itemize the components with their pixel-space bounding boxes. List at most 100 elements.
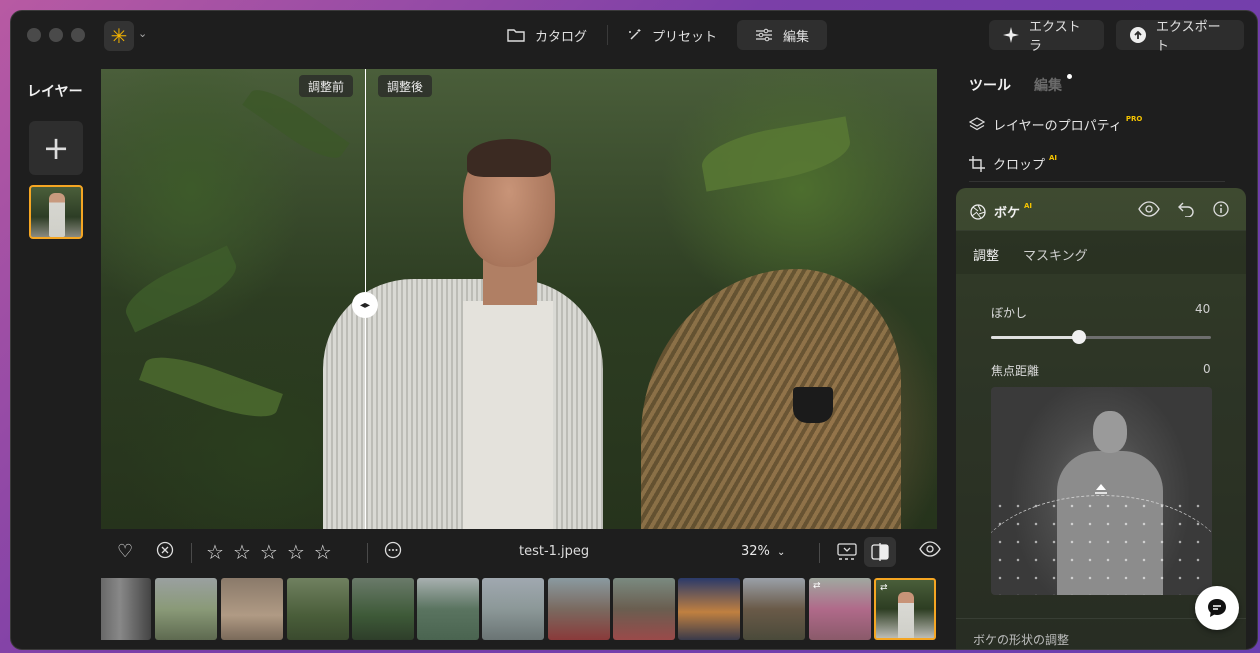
split-view-icon: [871, 543, 889, 561]
add-layer-button[interactable]: +: [29, 121, 83, 175]
divider: [191, 543, 192, 563]
filmstrip-thumbnail[interactable]: [287, 578, 349, 640]
bokeh-shape-label: ボケの形状の調整: [973, 633, 1070, 647]
layer-properties-item[interactable]: レイヤーのプロパティ PRO: [969, 115, 1142, 134]
tab-tools[interactable]: ツール: [969, 75, 1011, 95]
crop-label: クロップ: [993, 158, 1046, 173]
bokeh-subtabs: 調整 マスキング: [956, 230, 1246, 274]
filmstrip-thumbnail[interactable]: [482, 578, 544, 640]
focus-depth-preview[interactable]: [991, 387, 1212, 595]
dry-palm-leaves: [641, 269, 901, 529]
star-rating: ☆ ☆ ☆ ☆ ☆: [206, 540, 332, 564]
chat-bubble-icon: [1206, 597, 1228, 619]
layer-thumbnail-figure: [49, 193, 65, 237]
person-hair: [467, 139, 551, 177]
foliage: [118, 245, 244, 333]
tab-edits[interactable]: 編集: [1034, 75, 1062, 95]
filmstrip-thumbnail[interactable]: [678, 578, 740, 640]
blur-slider-fill: [991, 336, 1079, 339]
filmstrip-thumbnail[interactable]: [352, 578, 414, 640]
star-icon[interactable]: ☆: [287, 540, 305, 564]
filmstrip-thumbnail[interactable]: [221, 578, 283, 640]
more-options-icon[interactable]: [384, 541, 402, 559]
undo-icon[interactable]: [1178, 201, 1194, 217]
star-icon[interactable]: ☆: [260, 540, 278, 564]
filmstrip[interactable]: ⇄ ⇄: [101, 578, 941, 640]
image-toolbar: ♡ ☆ ☆ ☆ ☆ ☆ test-1.jpeg 32% ⌄: [101, 537, 941, 569]
tab-adjust[interactable]: 調整: [973, 245, 999, 264]
compare-button[interactable]: [864, 537, 896, 567]
zoom-window-button[interactable]: [71, 28, 85, 42]
tab-masking[interactable]: マスキング: [1023, 245, 1088, 264]
filmstrip-thumbnail[interactable]: [613, 578, 675, 640]
file-name: test-1.jpeg: [519, 544, 590, 559]
tab-presets-label: プリセット: [652, 29, 718, 45]
plus-icon: +: [42, 129, 70, 167]
eye-icon[interactable]: [919, 541, 941, 557]
close-window-button[interactable]: [27, 28, 41, 42]
zoom-dropdown[interactable]: 32% ⌄: [741, 544, 785, 559]
app-logo-button[interactable]: ✳: [104, 21, 134, 51]
divider: [819, 543, 820, 563]
photo-canvas[interactable]: ◂▸ 調整前 調整後: [101, 69, 937, 529]
tab-edit-label: 編集: [783, 29, 810, 45]
edited-badge-icon: ⇄: [880, 583, 888, 593]
filmstrip-thumbnail[interactable]: [417, 578, 479, 640]
upload-icon: [1130, 27, 1146, 43]
chat-support-button[interactable]: [1195, 586, 1239, 630]
focus-distance-value: 0: [1203, 362, 1211, 376]
tab-edit[interactable]: 編集: [737, 20, 828, 50]
magic-wand-icon: [628, 28, 642, 42]
bokeh-title: ボケ: [994, 206, 1021, 221]
bokeh-panel: ボケ AI 調整 マスキング ぼかし 40 焦点距離 0 ボケの形状の調整: [956, 188, 1246, 649]
filmstrip-thumbnail[interactable]: [743, 578, 805, 640]
crop-icon: [969, 155, 985, 172]
info-icon[interactable]: [1213, 201, 1229, 217]
sliders-icon: [755, 28, 773, 42]
reject-icon[interactable]: [156, 541, 174, 559]
visibility-eye-icon[interactable]: [1138, 201, 1160, 217]
edited-badge-icon: ⇄: [813, 581, 821, 591]
tab-catalog-label: カタログ: [535, 29, 588, 45]
export-button-label: エクスポート: [1156, 20, 1221, 54]
minimize-window-button[interactable]: [49, 28, 63, 42]
filmstrip-thumbnail-selected[interactable]: ⇄: [874, 578, 936, 640]
filmstrip-thumbnail[interactable]: [548, 578, 610, 640]
tab-presets[interactable]: プリセット: [610, 20, 735, 50]
divider: [607, 25, 609, 45]
heart-icon[interactable]: ♡: [117, 541, 133, 562]
title-bar: ✳ ⌄ カタログ プリセット 編集 エクストラ エクスポート: [11, 11, 1257, 61]
filmstrip-toggle-icon[interactable]: [837, 543, 857, 561]
person-tshirt: [463, 301, 553, 529]
foliage: [139, 346, 283, 428]
bokeh-header[interactable]: ボケ AI: [970, 202, 1032, 221]
chevron-down-icon[interactable]: ⌄: [138, 27, 147, 40]
focus-distance-label: 焦点距離: [991, 364, 1040, 378]
tab-catalog[interactable]: カタログ: [489, 20, 605, 50]
focus-plane-arc: [991, 495, 1212, 595]
star-icon[interactable]: ☆: [233, 540, 251, 564]
focus-marker-icon[interactable]: [1094, 484, 1108, 494]
extra-button[interactable]: エクストラ: [989, 20, 1104, 54]
chevron-down-icon: ⌄: [777, 547, 786, 558]
extra-button-label: エクストラ: [1029, 20, 1081, 54]
folder-icon: [507, 28, 525, 42]
after-label: 調整後: [378, 75, 433, 97]
mode-switcher: カタログ プリセット 編集: [489, 20, 828, 52]
filmstrip-thumbnail[interactable]: [101, 578, 151, 640]
layer-thumbnail[interactable]: [29, 185, 83, 239]
star-icon[interactable]: ☆: [206, 540, 224, 564]
divider: [969, 181, 1225, 182]
layers-title: レイヤー: [27, 84, 83, 100]
ai-badge: AI: [1049, 153, 1058, 162]
export-button[interactable]: エクスポート: [1116, 20, 1244, 54]
layers-icon: [969, 116, 985, 133]
blur-slider-knob[interactable]: [1072, 330, 1086, 344]
blur-label: ぼかし: [991, 306, 1028, 320]
star-icon[interactable]: ☆: [314, 540, 332, 564]
crop-item[interactable]: クロップ AI: [969, 154, 1057, 173]
filmstrip-thumbnail[interactable]: ⇄: [809, 578, 871, 640]
compare-split-handle[interactable]: ◂▸: [352, 292, 378, 318]
pro-badge: PRO: [1125, 114, 1143, 123]
filmstrip-thumbnail[interactable]: [155, 578, 217, 640]
